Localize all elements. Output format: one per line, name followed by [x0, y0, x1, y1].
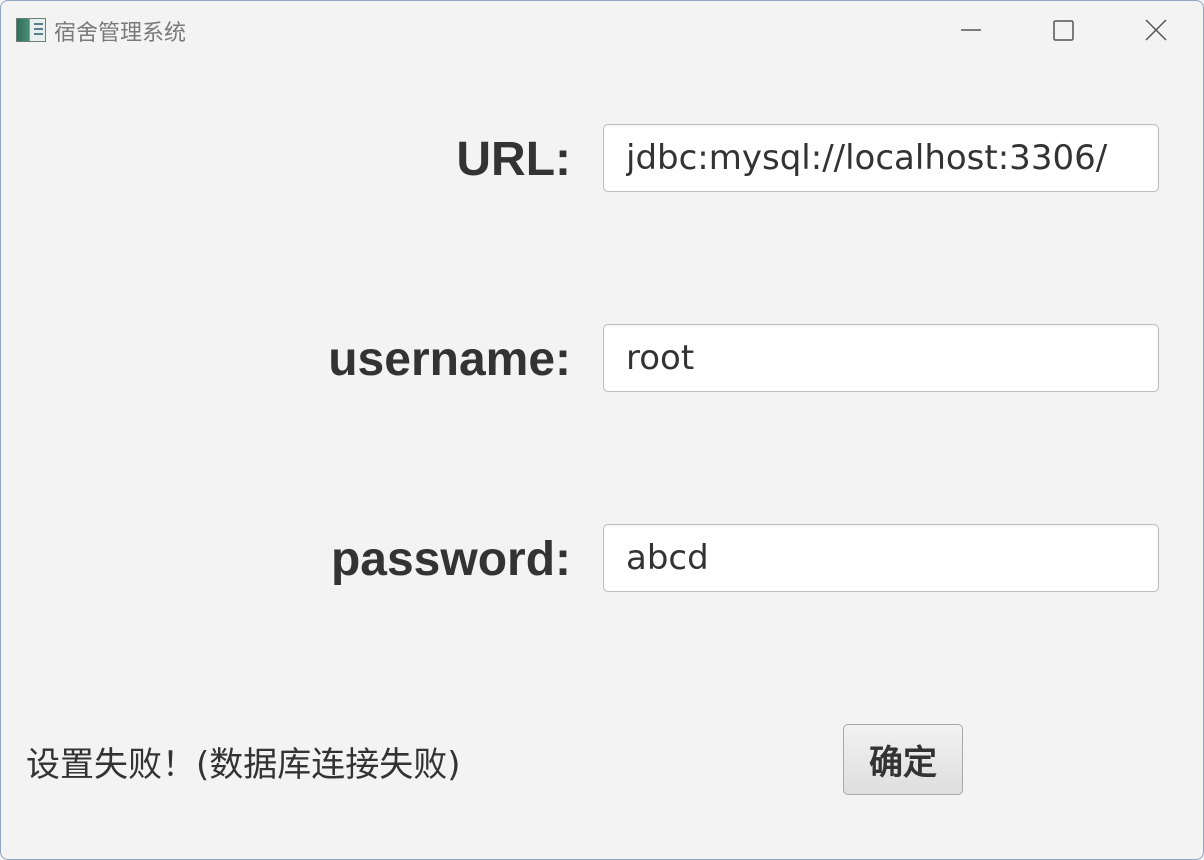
window-title: 宿舍管理系统 — [54, 21, 187, 46]
minimize-button[interactable] — [947, 9, 993, 51]
app-window: 宿舍管理系统 URL: username: password: 设置失败！(数据… — [0, 0, 1204, 860]
minimize-icon — [961, 29, 981, 31]
url-label: URL: — [456, 133, 571, 186]
confirm-button[interactable]: 确定 — [843, 724, 963, 795]
password-label: password: — [330, 533, 571, 586]
app-table-icon — [16, 18, 46, 42]
username-input[interactable] — [603, 324, 1159, 392]
title-bar[interactable]: 宿舍管理系统 — [1, 1, 1203, 59]
username-label: username: — [328, 333, 571, 386]
url-input[interactable] — [603, 124, 1159, 192]
maximize-icon — [1053, 20, 1074, 41]
close-button[interactable] — [1133, 9, 1179, 51]
maximize-button[interactable] — [1040, 9, 1086, 51]
password-input[interactable] — [603, 524, 1159, 592]
close-icon — [1145, 19, 1167, 41]
status-message: 设置失败！(数据库连接失败) — [26, 745, 461, 785]
